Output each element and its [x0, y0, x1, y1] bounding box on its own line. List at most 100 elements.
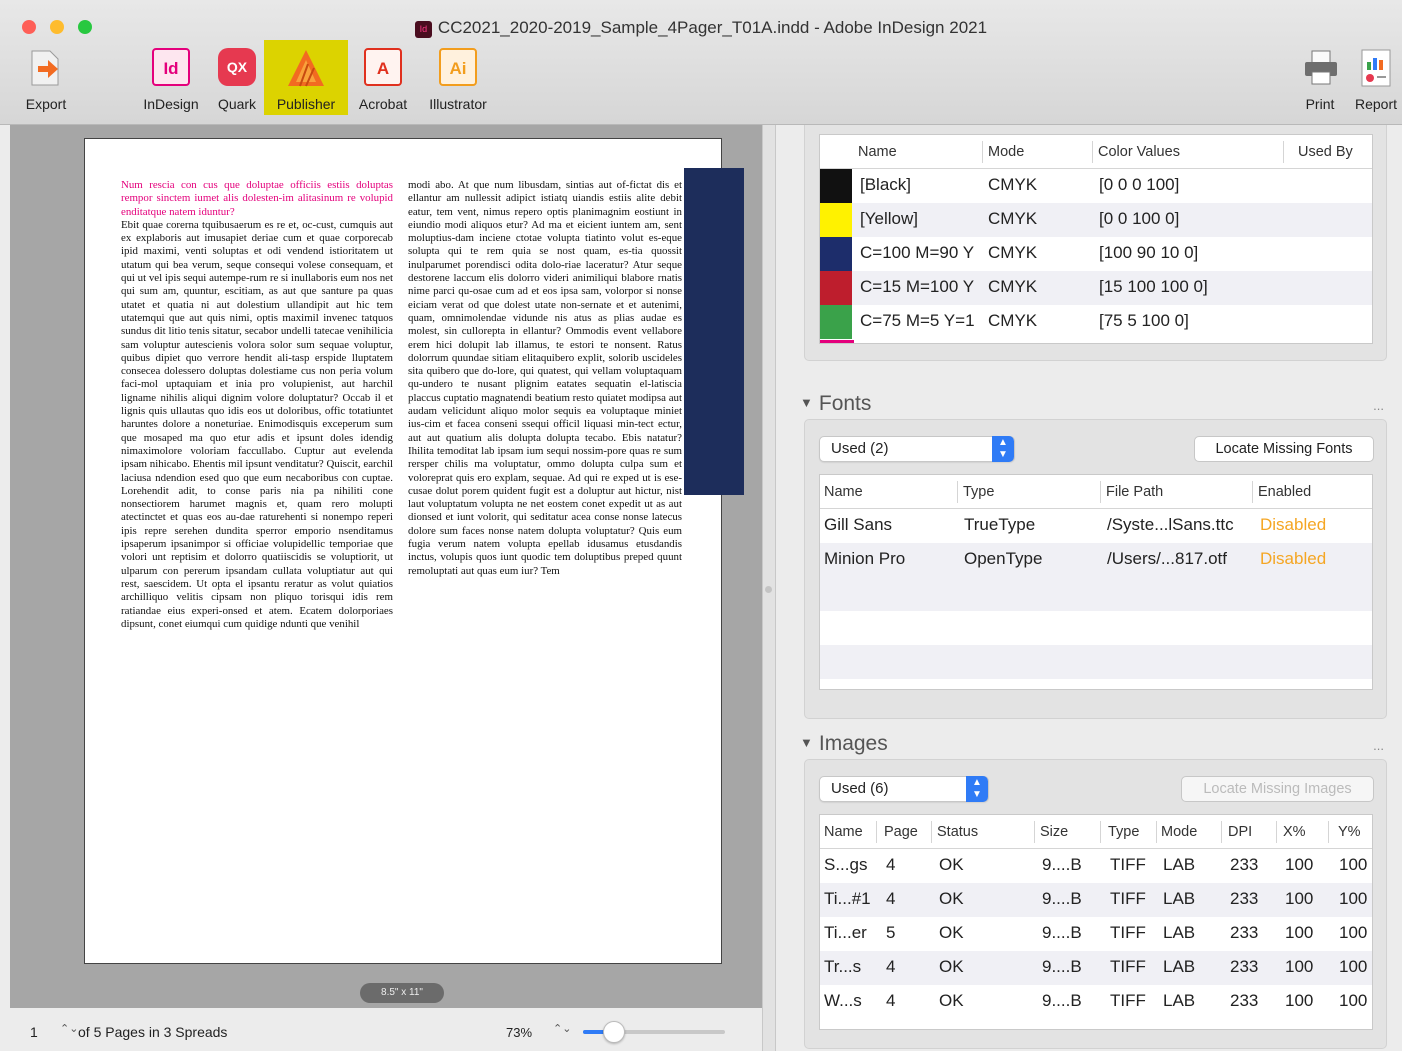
popup-arrows-icon: ▲ ▼ — [992, 436, 1014, 462]
image-dpi: 233 — [1230, 957, 1259, 976]
swatch-usedby-header[interactable]: Used By — [1298, 144, 1353, 160]
popup-arrows-icon: ▲ ▼ — [966, 776, 988, 802]
column-body-right: modi abo. At que num libusdam, sintias a… — [408, 179, 682, 577]
image-row[interactable]: Ti...er 5 OK 9....B TIFF LAB 233 100 100 — [820, 917, 1372, 951]
image-yp: 100 — [1339, 957, 1368, 976]
image-type: TIFF — [1110, 855, 1146, 874]
fonts-filter-popup[interactable]: Used (2) ▲ ▼ — [819, 436, 1015, 462]
indesign-button[interactable]: Id InDesign — [137, 40, 205, 115]
page-number-field[interactable]: 1 — [30, 1024, 38, 1040]
report-button[interactable]: Report — [1350, 40, 1402, 115]
image-row[interactable]: S...gs 4 OK 9....B TIFF LAB 233 100 100 — [820, 849, 1372, 883]
indesign-label: InDesign — [143, 96, 199, 112]
font-name: Minion Pro — [824, 549, 906, 568]
swatch-row[interactable]: [Black] CMYK [0 0 0 100] — [820, 169, 1372, 203]
acrobat-button[interactable]: A Acrobat — [352, 40, 414, 115]
column-body-left: Ebit quae corerna tquibusaerum es re et,… — [121, 218, 393, 630]
images-table: Name Page Status Size Type Mode DPI X% Y… — [819, 814, 1373, 1030]
indesign-doc-icon: Id — [414, 21, 432, 38]
image-type: TIFF — [1110, 923, 1146, 942]
font-enabled-status: Disabled — [1260, 549, 1327, 568]
image-name: Ti...#1 — [824, 889, 871, 908]
swatch-values-header[interactable]: Color Values — [1098, 144, 1180, 160]
swatch-mode: CMYK — [988, 277, 1038, 296]
empty-row — [820, 577, 1372, 611]
swatch-row[interactable]: C=15 M=100 Y CMYK [15 100 100 0] — [820, 271, 1372, 305]
locate-missing-images-button[interactable]: Locate Missing Images — [1181, 776, 1374, 802]
image-dpi-header[interactable]: DPI — [1228, 824, 1252, 840]
zoom-slider-knob[interactable] — [603, 1021, 626, 1043]
font-enabled-header[interactable]: Enabled — [1258, 484, 1311, 500]
image-mode: LAB — [1163, 889, 1196, 908]
image-ypct-header[interactable]: Y% — [1338, 824, 1361, 840]
quark-label: Quark — [217, 96, 257, 112]
zoom-slider[interactable] — [583, 1021, 725, 1043]
image-page: 4 — [886, 957, 896, 976]
image-size: 9....B — [1042, 991, 1082, 1010]
window-title-text: CC2021_2020-2019_Sample_4Pager_T01A.indd… — [437, 18, 988, 37]
image-row[interactable]: W...s 4 OK 9....B TIFF LAB 233 100 100 — [820, 985, 1372, 1019]
window-toolbar: Id CC2021_2020-2019_Sample_4Pager_T01A.in… — [0, 0, 1402, 125]
swatch-row[interactable]: C=100 M=90 Y CMYK [100 90 10 0] — [820, 237, 1372, 271]
swatch-mode-header[interactable]: Mode — [988, 144, 1024, 160]
images-section-header[interactable]: ▼ Images — [800, 732, 888, 756]
image-status: OK — [939, 889, 964, 908]
image-page-header[interactable]: Page — [884, 824, 918, 840]
font-type-header[interactable]: Type — [963, 484, 994, 500]
export-button[interactable]: Export — [14, 40, 78, 115]
swatch-name-header[interactable]: Name — [858, 144, 897, 160]
page-stepper-icon[interactable]: ⌃⌄ — [60, 1022, 78, 1035]
swatches-table-header: Name Mode Color Values Used By — [820, 135, 1372, 169]
publisher-button[interactable]: Publisher — [264, 40, 348, 115]
disclosure-triangle-icon[interactable]: ▼ — [800, 735, 813, 750]
image-xp: 100 — [1285, 923, 1314, 942]
font-name-header[interactable]: Name — [824, 484, 863, 500]
images-more-icon[interactable]: ... — [1373, 738, 1384, 753]
image-xpct-header[interactable]: X% — [1283, 824, 1306, 840]
image-status: OK — [939, 855, 964, 874]
image-xp: 100 — [1285, 991, 1314, 1010]
image-name: W...s — [824, 991, 862, 1010]
font-row[interactable]: Gill Sans TrueType/Syste...lSans.ttc Disab… — [820, 509, 1372, 543]
fonts-section-header[interactable]: ▼ Fonts — [800, 392, 871, 416]
image-name: Tr...s — [824, 957, 862, 976]
quark-button[interactable]: QX Quark — [211, 40, 263, 115]
fonts-filter-value: Used (2) — [831, 440, 889, 457]
swatch-values: [15 100 100 0] — [1099, 277, 1208, 296]
document-preview[interactable]: Num rescia con cus que doluptae officiis… — [10, 125, 762, 1008]
image-size-header[interactable]: Size — [1040, 824, 1068, 840]
image-type-header[interactable]: Type — [1108, 824, 1139, 840]
image-name-header[interactable]: Name — [824, 824, 863, 840]
disclosure-triangle-icon[interactable]: ▼ — [800, 395, 813, 410]
image-mode-header[interactable]: Mode — [1161, 824, 1197, 840]
report-label: Report — [1354, 96, 1398, 112]
fonts-table: Name Type File Path Enabled Gill Sans Tru… — [819, 474, 1373, 690]
fonts-more-icon[interactable]: ... — [1373, 398, 1384, 413]
pane-splitter[interactable] — [762, 125, 776, 1051]
text-column-right: modi abo. At que num libusdam, sintias a… — [408, 179, 682, 578]
font-row[interactable]: Minion Pro OpenType/Users/...817.otf Disab… — [820, 543, 1372, 577]
image-xp: 100 — [1285, 889, 1314, 908]
column-heading: Num rescia con cus que doluptae officiis… — [121, 179, 393, 218]
image-status-header[interactable]: Status — [937, 824, 978, 840]
locate-missing-fonts-button[interactable]: Locate Missing Fonts — [1194, 436, 1374, 462]
image-xp: 100 — [1285, 957, 1314, 976]
images-filter-popup[interactable]: Used (6) ▲ ▼ — [819, 776, 989, 802]
splitter-handle[interactable] — [765, 586, 772, 593]
swatch-row[interactable]: C=75 M=5 Y=1 CMYK [75 5 100 0] — [820, 305, 1372, 339]
image-row[interactable]: Ti...#1 4 OK 9....B TIFF LAB 233 100 100 — [820, 883, 1372, 917]
image-dpi: 233 — [1230, 889, 1259, 908]
fonts-section-title: Fonts — [818, 392, 872, 415]
image-page: 4 — [886, 889, 896, 908]
image-row[interactable]: Tr...s 4 OK 9....B TIFF LAB 233 100 100 — [820, 951, 1372, 985]
blue-color-block — [684, 168, 744, 495]
zoom-value[interactable]: 73% — [506, 1025, 532, 1040]
print-button[interactable]: Print — [1294, 40, 1346, 115]
zoom-stepper-icon[interactable]: ⌃⌄ — [553, 1022, 571, 1035]
swatch-row[interactable]: [Yellow] CMYK [0 0 100 0] — [820, 203, 1372, 237]
font-path-header[interactable]: File Path — [1106, 484, 1163, 500]
illustrator-button[interactable]: Ai Illustrator — [420, 40, 496, 115]
image-type: TIFF — [1110, 991, 1146, 1010]
image-page: 4 — [886, 991, 896, 1010]
image-mode: LAB — [1163, 855, 1196, 874]
